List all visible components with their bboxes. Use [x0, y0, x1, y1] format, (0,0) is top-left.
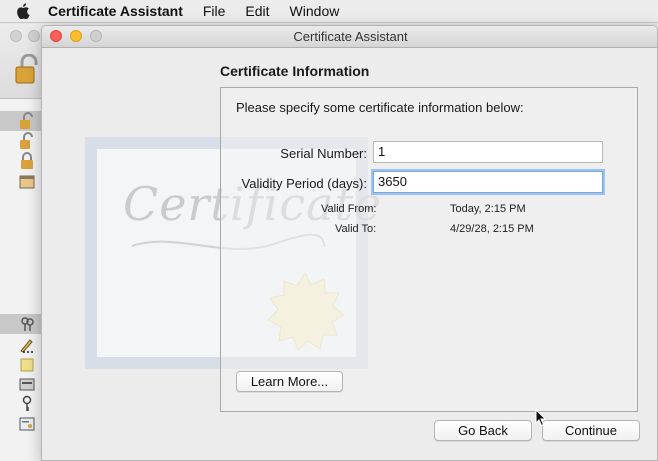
all-items-icon[interactable]: [18, 315, 36, 333]
valid-to-label: Valid To:: [335, 223, 377, 235]
apple-menu-icon[interactable]: [12, 3, 34, 19]
serial-number-label: Serial Number:: [280, 146, 367, 161]
valid-to-value: 4/29/28, 2:15 PM: [450, 223, 534, 235]
background-window-controls: [10, 30, 40, 42]
file-menu[interactable]: File: [203, 3, 226, 19]
certificates-icon[interactable]: [18, 415, 36, 433]
title-bar[interactable]: Certificate Assistant: [42, 26, 657, 48]
passwords-icon[interactable]: [18, 336, 36, 354]
certificate-assistant-window: Certificate Assistant Certificate Certif…: [41, 25, 658, 461]
edit-menu[interactable]: Edit: [245, 3, 269, 19]
section-heading: Certificate Information: [220, 63, 370, 79]
instruction-text: Please specify some certificate informat…: [236, 100, 524, 115]
unlocked-keychain-icon[interactable]: [18, 112, 36, 130]
certificate-info-panel: Please specify some certificate informat…: [220, 87, 638, 412]
serial-number-field[interactable]: 1: [373, 141, 603, 163]
secure-notes-icon[interactable]: [18, 356, 36, 374]
continue-button[interactable]: Continue: [542, 420, 640, 441]
app-menu[interactable]: Certificate Assistant: [48, 3, 183, 19]
valid-from-value: Today, 2:15 PM: [450, 203, 526, 215]
validity-period-field[interactable]: 3650: [373, 171, 603, 193]
large-lock-icon[interactable]: [14, 54, 40, 84]
valid-from-label: Valid From:: [321, 203, 377, 215]
window-menu[interactable]: Window: [290, 3, 340, 19]
menu-bar: Certificate Assistant File Edit Window: [0, 0, 658, 23]
locked-keychain-icon[interactable]: [18, 152, 36, 170]
unlocked-keychain-icon-2[interactable]: [18, 132, 36, 150]
my-certificates-icon[interactable]: [18, 375, 36, 393]
go-back-button[interactable]: Go Back: [434, 420, 532, 441]
mouse-pointer-icon: [535, 409, 547, 427]
learn-more-button[interactable]: Learn More...: [236, 371, 343, 392]
keys-icon[interactable]: [18, 395, 36, 413]
validity-period-label: Validity Period (days):: [241, 176, 367, 191]
system-roots-icon[interactable]: [18, 173, 36, 191]
window-title: Certificate Assistant: [293, 29, 408, 44]
